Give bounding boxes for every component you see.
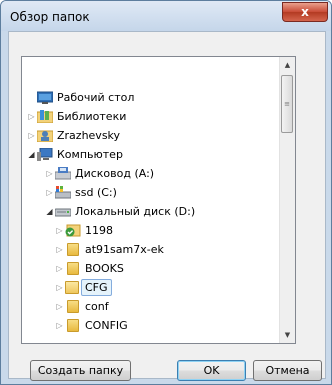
expand-arrow-icon[interactable]: ▷ — [55, 221, 64, 240]
close-icon: x — [301, 5, 309, 19]
grip-icon: ≡ — [284, 100, 290, 108]
tree-item-label: Zrazhevsky — [57, 129, 121, 142]
folder-open-icon — [65, 281, 79, 294]
tree-item-label: Рабочий стол — [57, 91, 135, 104]
expand-arrow-icon[interactable]: ▷ — [27, 107, 36, 126]
expand-arrow-icon[interactable]: ▷ — [45, 183, 54, 202]
system-drive-icon — [54, 186, 72, 199]
expand-arrow-icon[interactable]: ▷ — [55, 316, 64, 335]
folder-tree[interactable]: Рабочий стол ▷ Библиотеки ▷ Zrazhevsky ◢… — [21, 56, 296, 344]
scroll-up-button[interactable]: ▲ — [280, 57, 295, 73]
tree-item-label: Дисковод (A:) — [75, 167, 155, 180]
dialog-title: Обзор папок — [10, 10, 90, 24]
libraries-icon — [36, 110, 54, 124]
tree-item-label: 1198 — [85, 224, 113, 237]
create-folder-button[interactable]: Создать папку — [30, 360, 131, 381]
tree-item-label: BOOKS — [85, 262, 124, 275]
tree-item-label: Локальный диск (D:) — [75, 205, 196, 218]
folder-icon — [67, 319, 79, 332]
computer-icon — [37, 147, 53, 161]
scroll-thumb[interactable]: ≡ — [281, 75, 293, 133]
tree-item-label: Компьютер — [57, 148, 123, 161]
ok-button[interactable]: OK — [177, 360, 246, 381]
tree-item-label: CFG — [81, 279, 112, 296]
arrow-down-icon: ▼ — [284, 331, 291, 339]
close-button[interactable]: x — [282, 2, 328, 22]
hard-drive-icon — [54, 205, 72, 218]
tree-item-label: Библиотеки — [57, 110, 127, 123]
desktop-icon — [36, 91, 54, 104]
expand-arrow-icon[interactable]: ▷ — [45, 164, 54, 183]
floppy-drive-icon — [54, 167, 72, 180]
shared-folder-icon — [65, 224, 81, 237]
expand-arrow-icon[interactable]: ▷ — [55, 297, 64, 316]
title-bar[interactable]: Обзор папок x — [1, 1, 331, 31]
folder-icon — [67, 243, 79, 256]
browse-folders-dialog: Обзор папок x Рабочий стол ▷ Библиотеки … — [0, 0, 332, 385]
collapse-arrow-icon[interactable]: ◢ — [45, 202, 54, 221]
expand-arrow-icon[interactable]: ▷ — [27, 126, 36, 145]
expand-arrow-icon[interactable]: ▷ — [55, 278, 64, 297]
collapse-arrow-icon[interactable]: ◢ — [27, 145, 36, 164]
expand-arrow-icon[interactable]: ▷ — [55, 240, 64, 259]
scroll-down-button[interactable]: ▼ — [280, 327, 295, 343]
user-folder-icon — [36, 129, 54, 143]
tree-item-label: at91sam7x-ek — [85, 243, 164, 256]
folder-icon — [67, 262, 79, 275]
cancel-button[interactable]: Отмена — [253, 360, 322, 381]
vertical-scrollbar[interactable]: ▲ ≡ ▼ — [279, 57, 295, 343]
tree-item-label: conf — [85, 300, 109, 313]
tree-item-label: CONFIG — [85, 319, 128, 332]
tree-item-label: ssd (C:) — [75, 186, 117, 199]
folder-icon — [67, 300, 79, 313]
arrow-up-icon: ▲ — [284, 61, 291, 69]
expand-arrow-icon[interactable]: ▷ — [55, 259, 64, 278]
